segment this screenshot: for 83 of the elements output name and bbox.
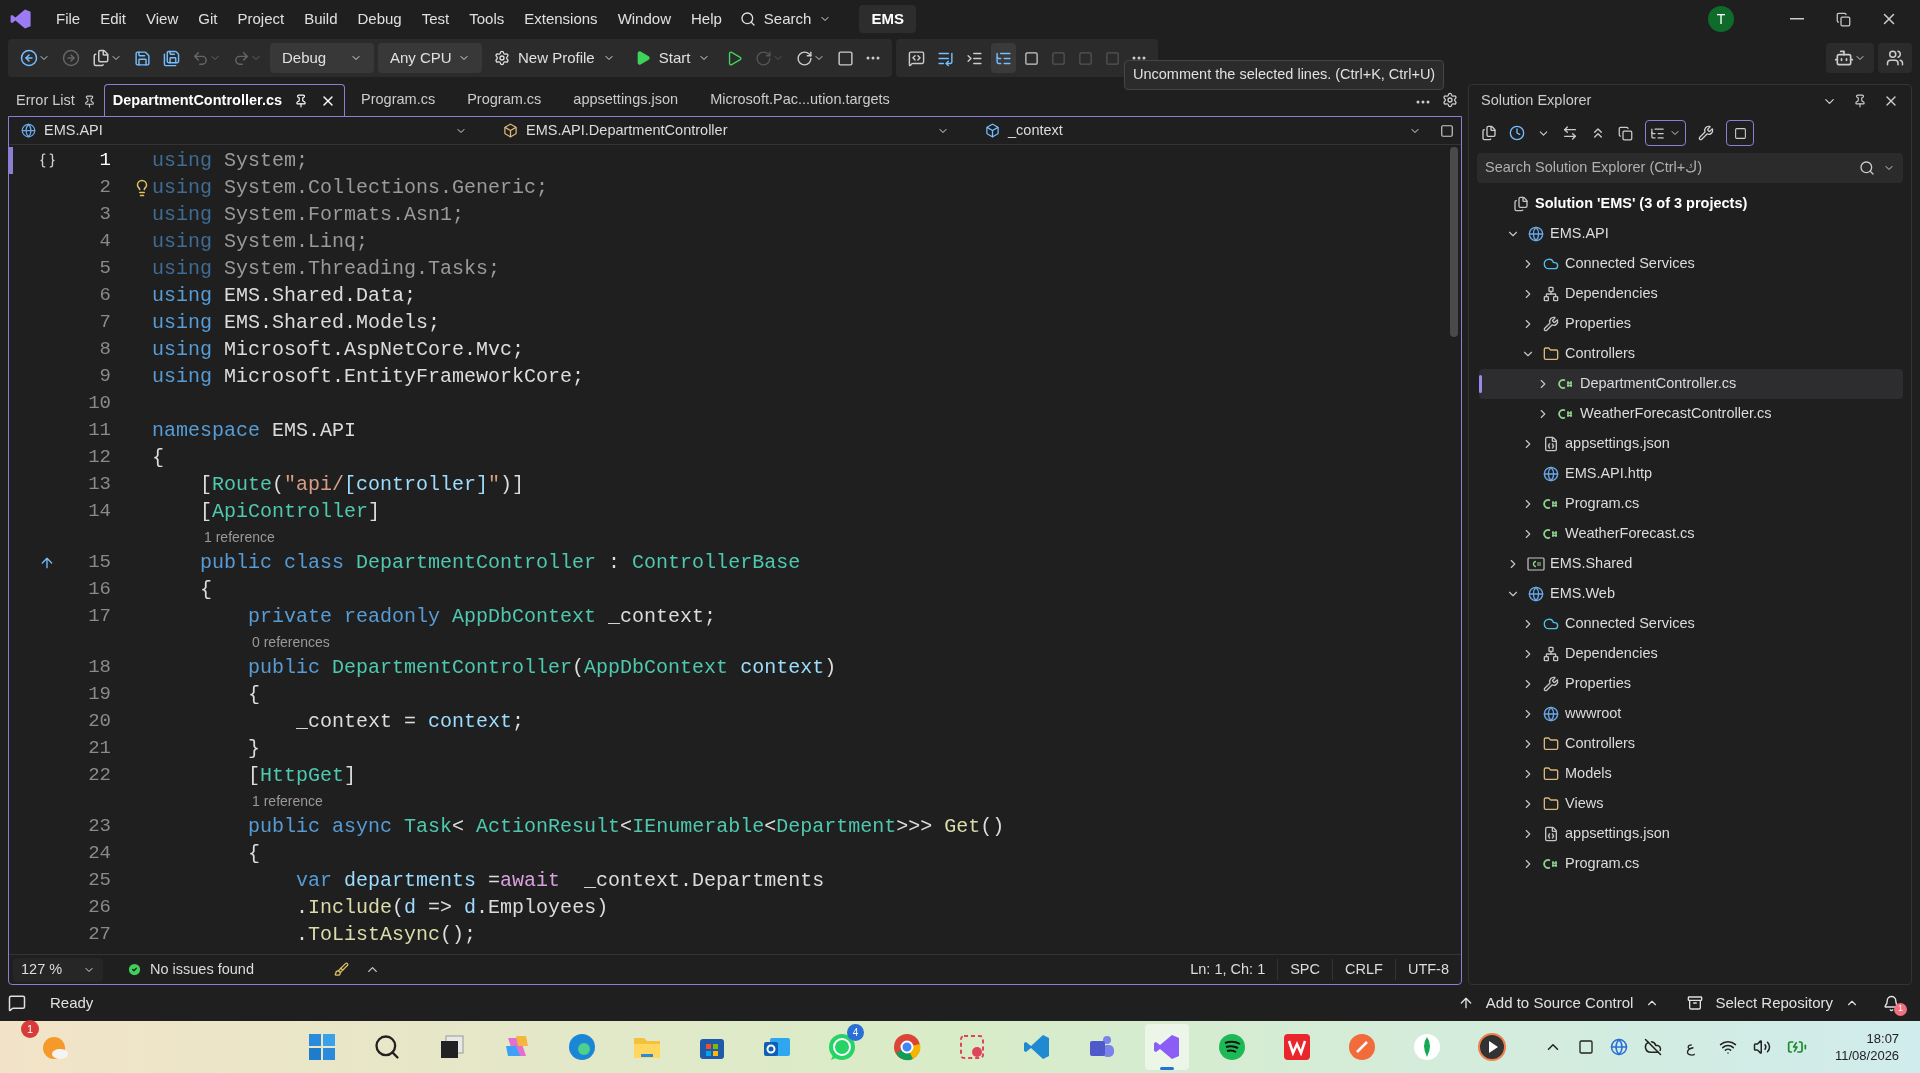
panel-title: Solution Explorer <box>1481 91 1593 111</box>
code-line: namespace EMS.API <box>152 418 357 444</box>
code-line: using System.Threading.Tasks; <box>152 256 501 282</box>
tree-label: Properties <box>1565 314 1632 334</box>
code-line: private readonly AppDbContext _context; <box>247 604 717 630</box>
line-number: 10 <box>87 391 111 417</box>
line-number: 21 <box>87 736 111 762</box>
code-line: public class DepartmentController : ControllerBase <box>199 550 801 576</box>
code-line: using Microsoft.EntityFrameworkCore; <box>152 364 585 390</box>
code-line: [HttpGet] <box>247 763 357 789</box>
line-number: 12 <box>87 445 111 471</box>
tree-label: Program.cs <box>1565 854 1640 874</box>
tree-label: appsettings.json <box>1565 434 1670 454</box>
tree-label: Properties <box>1565 674 1632 694</box>
tree-label: appsettings.json <box>1565 824 1670 844</box>
line-number: 14 <box>87 499 111 525</box>
line-number: 17 <box>87 604 111 630</box>
code-line: _context = context; <box>295 709 525 735</box>
code-line: .ToListAsync(); <box>295 922 477 948</box>
notification-badge: 1 <box>21 1020 39 1038</box>
tree-label: Dependencies <box>1565 284 1658 304</box>
code-line: using System.Formats.Asn1; <box>152 202 465 228</box>
line-number: 11 <box>87 418 111 444</box>
code-line: } <box>247 736 261 762</box>
tree-label: Controllers <box>1565 734 1636 754</box>
code-line: [ApiController] <box>199 499 381 525</box>
solution-name: EMS <box>859 5 916 33</box>
code-line: using System; <box>152 148 309 174</box>
tree-label: DepartmentController.cs <box>1580 374 1737 394</box>
tree-label: Solution 'EMS' (3 of 3 projects) <box>1535 194 1748 214</box>
line-number: 1 <box>98 148 111 174</box>
code-line: using System.Linq; <box>152 229 369 255</box>
tree-label: EMS.API <box>1550 224 1609 244</box>
line-number: 2 <box>98 175 111 201</box>
line-number: 4 <box>98 229 111 255</box>
tree-label: Views <box>1565 794 1604 814</box>
notification-badge: 4 <box>847 1024 864 1041</box>
code-line: using EMS.Shared.Data; <box>152 283 417 309</box>
tree-label: WeatherForecastController.cs <box>1580 404 1772 424</box>
code-line: using System.Collections.Generic; <box>152 175 549 201</box>
notification-badge: 1 <box>1894 1002 1907 1016</box>
line-number: 24 <box>87 841 111 867</box>
line-number: 20 <box>87 709 111 735</box>
tree-label: EMS.API.http <box>1565 464 1653 484</box>
tree-label: Dependencies <box>1565 644 1658 664</box>
line-number: 23 <box>87 814 111 840</box>
line-number: 15 <box>87 550 111 576</box>
tree-label: Connected Services <box>1565 254 1695 274</box>
line-number: 19 <box>87 682 111 708</box>
tree-label: EMS.Shared <box>1550 554 1633 574</box>
tree-label: Program.cs <box>1565 494 1640 514</box>
code-line: { <box>247 682 261 708</box>
code-line: { <box>199 577 212 603</box>
code-line: public async Task< ActionResult<IEnumerable<Department>>> Get() <box>247 814 1005 840</box>
tree-label: Connected Services <box>1565 614 1695 634</box>
line-number: 5 <box>98 256 111 282</box>
tree-label: Models <box>1565 764 1612 784</box>
code-line: { <box>152 445 164 471</box>
line-number: 7 <box>98 310 111 336</box>
tooltip: Uncomment the selected lines. (Ctrl+K, Ctrl+U) <box>1124 60 1445 90</box>
line-number: 9 <box>98 364 111 390</box>
line-number: 8 <box>98 337 111 363</box>
tree-label: wwwroot <box>1565 704 1622 724</box>
tree-label: WeatherForecast.cs <box>1565 524 1695 544</box>
line-number: 18 <box>87 655 111 681</box>
code-line: .Include(d => d.Employees) <box>295 895 609 921</box>
tree-label: EMS.Web <box>1550 584 1615 604</box>
line-number: 6 <box>98 283 111 309</box>
code-line: var departments =await _context.Departments <box>295 868 825 894</box>
line-number: 3 <box>98 202 111 228</box>
line-number: 16 <box>87 577 111 603</box>
tree-label: Controllers <box>1565 344 1636 364</box>
line-number: 25 <box>87 868 111 894</box>
code-line: using EMS.Shared.Models; <box>152 310 441 336</box>
code-line: public DepartmentController(AppDbContext context) <box>247 655 837 681</box>
line-number: 13 <box>87 472 111 498</box>
line-number: 22 <box>87 763 111 789</box>
code-line: using Microsoft.AspNetCore.Mvc; <box>152 337 525 363</box>
line-number: 27 <box>87 922 111 948</box>
status-text: Ready <box>50 992 94 1013</box>
code-line: [Route("api/[controller]")] <box>199 472 525 498</box>
code-line: { <box>247 841 261 867</box>
line-number: 26 <box>87 895 111 921</box>
